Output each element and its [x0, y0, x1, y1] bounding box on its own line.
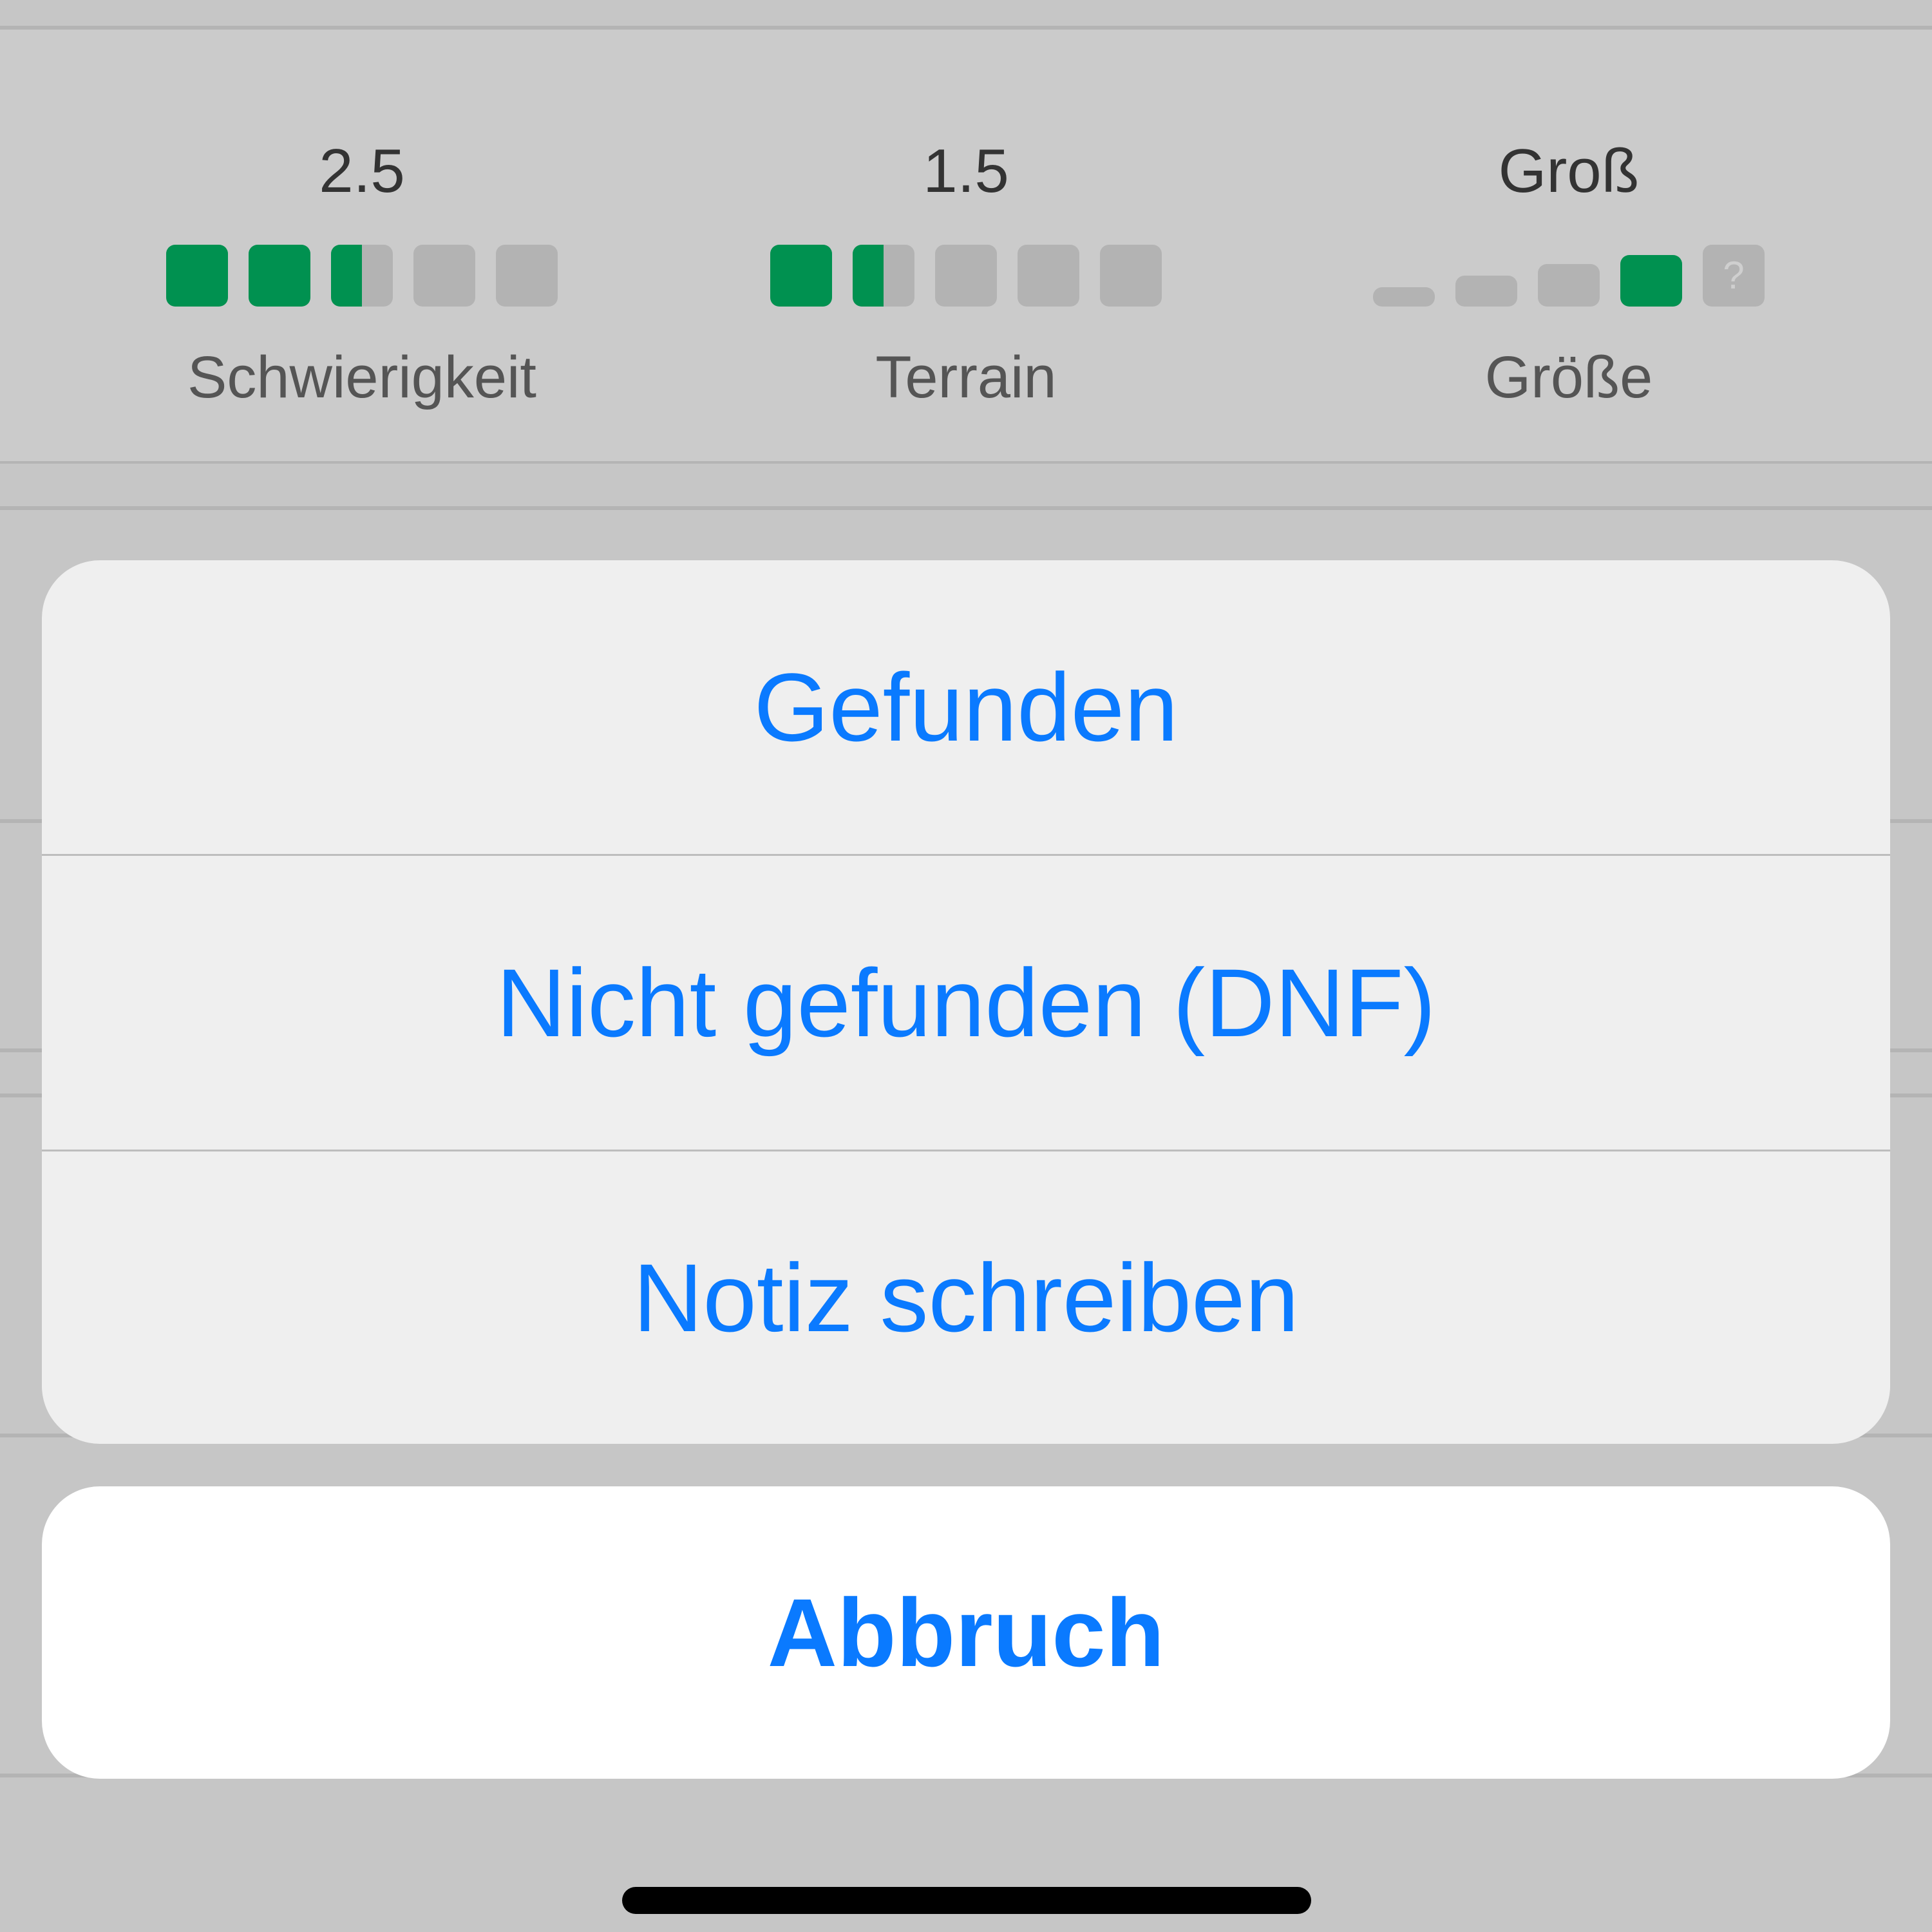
size-block: [1620, 255, 1682, 307]
size-block: [1455, 276, 1517, 307]
rating-block: [331, 245, 393, 307]
rating-block: [166, 245, 228, 307]
size-stat: Groß ? Größe: [1266, 30, 1871, 461]
size-indicator: ?: [1266, 242, 1871, 307]
rating-block: [249, 245, 310, 307]
difficulty-rating-bar: [59, 242, 665, 307]
terrain-rating-bar: [663, 242, 1269, 307]
size-block: [1373, 287, 1435, 307]
rating-block: [1100, 245, 1162, 307]
terrain-value: 1.5: [923, 137, 1009, 205]
rating-block-fill: [166, 245, 228, 307]
divider: [0, 506, 1932, 510]
cache-attributes-panel: 2.5 Schwierigkeit 1.5 Terrain Groß ? Grö…: [0, 30, 1932, 461]
size-block: [1538, 264, 1600, 307]
rating-block: [1018, 245, 1079, 307]
size-label: Größe: [1484, 345, 1653, 410]
not-found-dnf-button[interactable]: Nicht gefunden (DNF): [42, 856, 1890, 1150]
rating-block-fill: [249, 245, 310, 307]
rating-block: [853, 245, 914, 307]
terrain-label: Terrain: [875, 345, 1057, 410]
size-value: Groß: [1498, 137, 1640, 205]
cancel-button[interactable]: Abbruch: [42, 1486, 1890, 1779]
action-sheet: Gefunden Nicht gefunden (DNF) Notiz schr…: [42, 560, 1890, 1444]
size-unknown-block: ?: [1703, 245, 1765, 307]
rating-block: [413, 245, 475, 307]
difficulty-stat: 2.5 Schwierigkeit: [59, 30, 665, 461]
rating-block: [935, 245, 997, 307]
rating-block-fill: [770, 245, 832, 307]
write-note-button[interactable]: Notiz schreiben: [42, 1151, 1890, 1444]
rating-block: [770, 245, 832, 307]
difficulty-label: Schwierigkeit: [187, 345, 536, 410]
rating-block-fill: [331, 245, 362, 307]
difficulty-value: 2.5: [319, 137, 405, 205]
home-indicator: [622, 1887, 1311, 1914]
rating-block-fill: [853, 245, 884, 307]
rating-block: [496, 245, 558, 307]
found-button[interactable]: Gefunden: [42, 560, 1890, 854]
terrain-stat: 1.5 Terrain: [663, 30, 1269, 461]
